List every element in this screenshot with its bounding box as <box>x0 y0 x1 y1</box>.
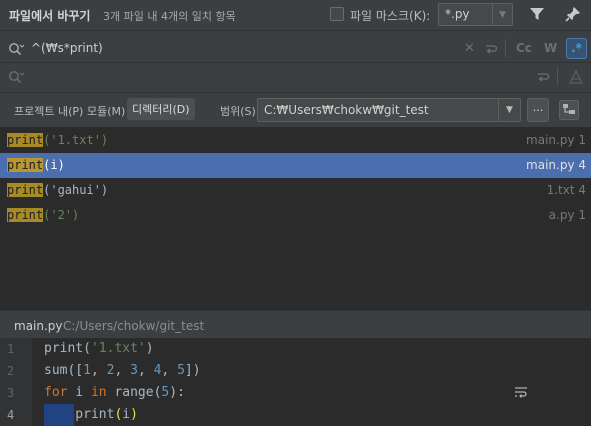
match-case-toggle[interactable]: Cc <box>516 41 532 55</box>
code-line: 3 for i in range(5): <box>0 382 591 404</box>
newline-icon[interactable] <box>536 70 550 84</box>
search-input[interactable] <box>31 41 451 55</box>
scope-row: 프로젝트 내(P) 모듈(M) 디렉터리(D) 범위(S) C:₩Users₩c… <box>0 96 591 124</box>
code-text: sum([1, 2, 3, 4, 5]) <box>44 363 201 378</box>
code-text: for i in range(5): <box>44 385 185 400</box>
result-rest: ('gahui') <box>43 183 109 197</box>
divider <box>0 92 591 93</box>
match-count: 3개 파일 내 4개의 일치 항목 <box>103 10 236 23</box>
code-preview[interactable]: 1 print('1.txt') 2 sum([1, 2, 3, 4, 5]) … <box>0 338 591 426</box>
preview-file-path: C:/Users/chokw/git_test <box>63 319 205 333</box>
divider <box>557 67 558 85</box>
divider <box>0 62 591 63</box>
newline-icon[interactable] <box>484 42 498 56</box>
result-rest: (i) <box>43 158 65 172</box>
preview-file-name: main.py <box>14 319 63 333</box>
chevron-down-icon[interactable]: ▼ <box>498 99 520 121</box>
soft-wrap-icon[interactable] <box>513 384 529 400</box>
code-text: print(i) <box>44 407 138 422</box>
file-mask-combo[interactable]: *.py ▼ <box>438 3 513 26</box>
results-list: print('1.txt') main.py 1 print(i) main.p… <box>0 127 591 310</box>
file-mask-value: *.py <box>445 7 470 21</box>
match-text: print <box>7 208 44 222</box>
result-location: main.py 4 <box>526 158 586 172</box>
result-rest: ('2') <box>43 208 80 222</box>
line-number: 1 <box>7 342 15 356</box>
result-row[interactable]: print('1.txt') main.py 1 <box>0 128 591 153</box>
filter-icon[interactable] <box>529 6 545 22</box>
result-row[interactable]: print('gahui') 1.txt 4 <box>0 178 591 203</box>
result-row[interactable]: print('2') a.py 1 <box>0 203 591 228</box>
file-mask-label: 파일 마스크(K): <box>350 9 431 23</box>
code-line-current: 4 print(i) <box>0 404 591 426</box>
chevron-down-icon[interactable]: ▼ <box>492 4 512 25</box>
preserve-case-icon[interactable] <box>568 69 584 85</box>
line-number: 3 <box>7 386 15 400</box>
code-line: 2 sum([1, 2, 3, 4, 5]) <box>0 360 591 382</box>
scope-module-tab[interactable]: 모듈(M) <box>87 103 125 119</box>
browse-button[interactable]: ... <box>527 98 549 122</box>
result-rest: ('1.txt') <box>43 133 109 147</box>
replace-row <box>0 64 591 90</box>
replace-history-icon[interactable] <box>8 70 24 84</box>
match-text: print <box>7 133 44 147</box>
file-mask-checkbox[interactable] <box>330 7 344 21</box>
result-row-selected[interactable]: print(i) main.py 4 <box>0 153 591 178</box>
dialog-title: 파일에서 바꾸기 <box>9 9 91 23</box>
result-location: 1.txt 4 <box>546 183 586 197</box>
replace-input[interactable] <box>31 69 451 83</box>
line-number: 4 <box>7 408 15 422</box>
divider <box>505 39 506 57</box>
code-text: print('1.txt') <box>44 341 154 356</box>
preview-header: main.py C:/Users/chokw/git_test <box>0 310 591 338</box>
code-line: 1 print('1.txt') <box>0 338 591 360</box>
match-text: print <box>7 183 44 197</box>
line-number: 2 <box>7 364 15 378</box>
search-row: ✕ Cc W .* <box>0 36 591 62</box>
scope-scope-tab[interactable]: 범위(S) <box>220 103 256 119</box>
clear-icon[interactable]: ✕ <box>464 41 475 56</box>
recursive-tree-icon[interactable] <box>559 100 579 120</box>
regex-toggle[interactable]: .* <box>566 38 587 59</box>
match-text: print <box>7 158 44 172</box>
result-location: main.py 1 <box>526 133 586 147</box>
whole-words-toggle[interactable]: W <box>544 41 557 55</box>
scope-directory-tab[interactable]: 디렉터리(D) <box>127 98 195 120</box>
dialog-header: 파일에서 바꾸기 3개 파일 내 4개의 일치 항목 파일 마스크(K): *.… <box>0 0 591 31</box>
scope-project-tab[interactable]: 프로젝트 내(P) <box>14 103 83 119</box>
directory-path: C:₩Users₩chokw₩git_test <box>264 103 429 117</box>
pin-icon[interactable] <box>565 6 581 22</box>
directory-combo[interactable]: C:₩Users₩chokw₩git_test ▼ <box>257 98 521 122</box>
search-history-icon[interactable] <box>8 42 24 56</box>
result-location: a.py 1 <box>548 208 586 222</box>
